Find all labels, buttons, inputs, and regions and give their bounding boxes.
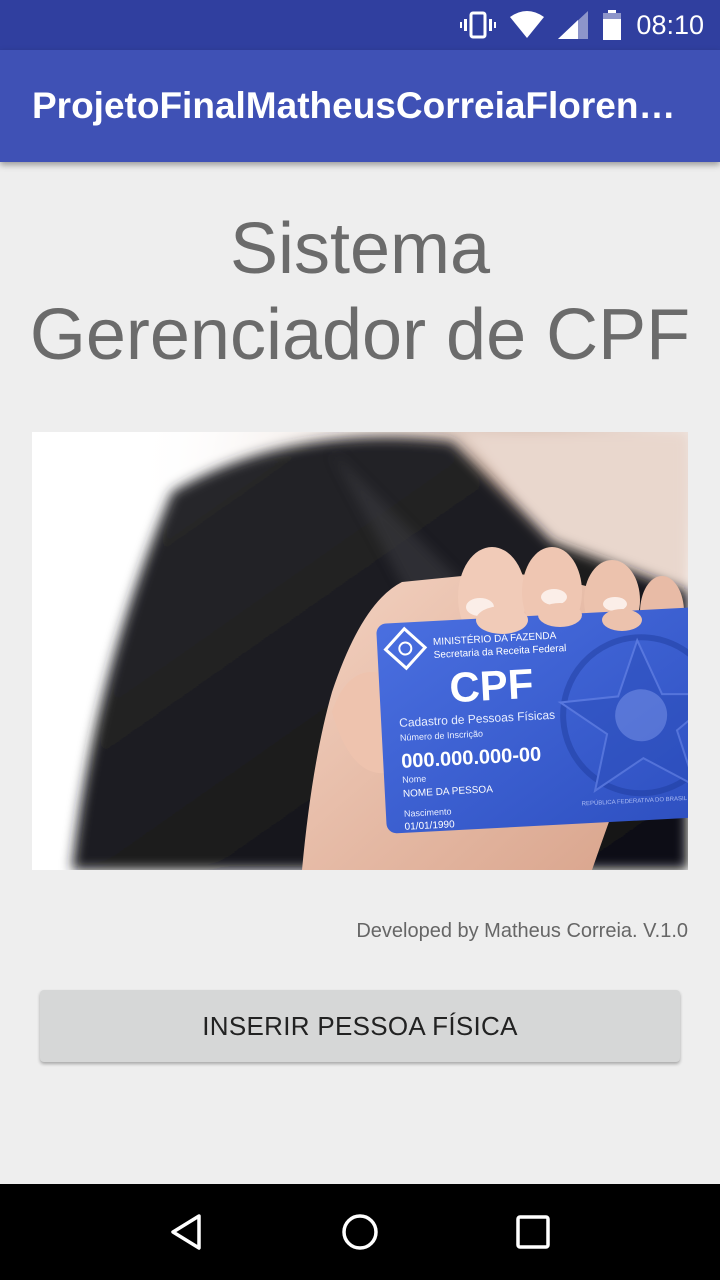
status-bar: 08:10	[0, 0, 720, 50]
back-icon[interactable]	[147, 1192, 227, 1272]
headline-line-2: Gerenciador de CPF	[29, 295, 691, 375]
wifi-icon	[510, 11, 545, 39]
app-title: ProjetoFinalMatheusCorreiaFlorencio	[32, 85, 680, 126]
cpf-card-photo: MINISTÉRIO DA FAZENDA Secretaria da Rece…	[32, 432, 688, 870]
home-icon[interactable]	[320, 1192, 400, 1272]
navigation-bar	[0, 1184, 720, 1280]
main-content: Sistema Gerenciador de CPF MINISTÉRIO DA…	[0, 162, 720, 1184]
insert-person-button[interactable]: INSERIR PESSOA FÍSICA	[40, 990, 680, 1062]
app-bar: ProjetoFinalMatheusCorreiaFlorencio	[0, 50, 720, 162]
hero-image: MINISTÉRIO DA FAZENDA Secretaria da Rece…	[32, 432, 688, 870]
signal-icon	[558, 11, 589, 39]
headline-line-1: Sistema	[229, 209, 491, 289]
card-name-label: Nome	[402, 774, 427, 785]
page-title: Sistema Gerenciador de CPF	[0, 206, 720, 378]
card-brand: CPF	[448, 660, 534, 711]
recents-icon[interactable]	[493, 1192, 573, 1272]
status-clock: 08:10	[636, 9, 704, 40]
developer-credit: Developed by Matheus Correia. V.1.0	[356, 920, 688, 942]
battery-icon	[602, 10, 622, 40]
vibrate-icon	[460, 11, 497, 39]
